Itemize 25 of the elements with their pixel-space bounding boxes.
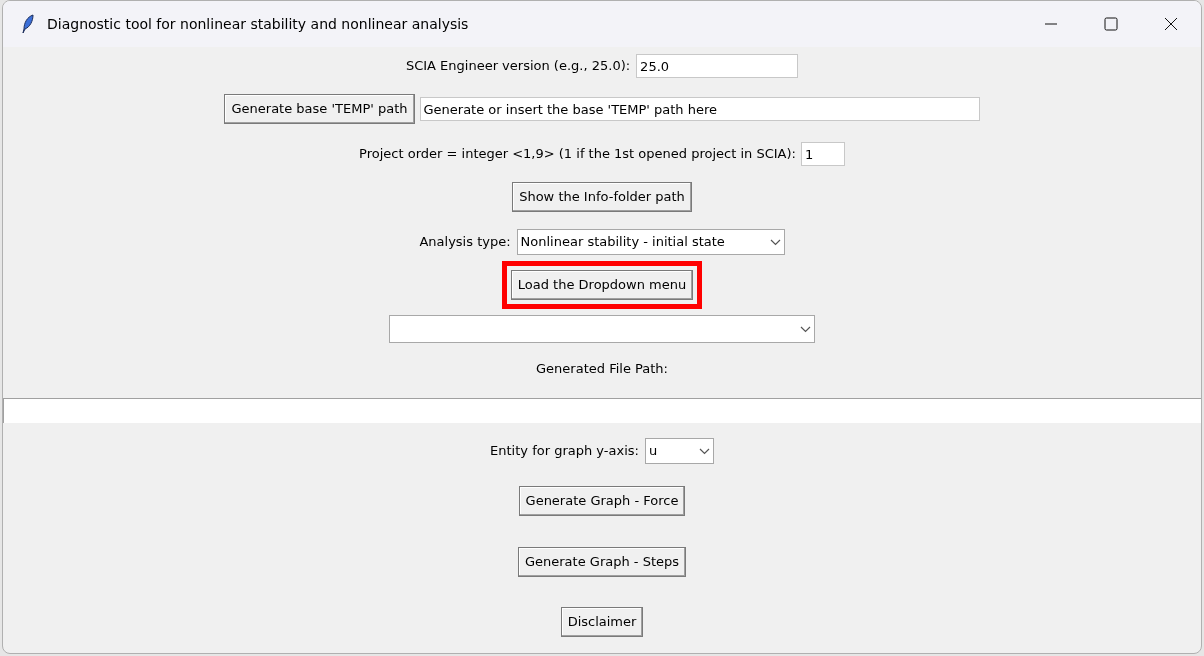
generate-graph-button[interactable]: Generate Graph - Force (518, 486, 686, 516)
entity-label: Entity for graph y-axis: (490, 442, 639, 461)
selection-dropdown[interactable] (389, 315, 815, 343)
feather-icon (21, 14, 35, 34)
version-field[interactable]: 25.0 (636, 54, 799, 78)
close-icon[interactable] (1164, 17, 1178, 31)
chevron-down-icon (698, 447, 710, 455)
show-info-folder-button[interactable]: Show the Info-folder path (512, 182, 692, 212)
maximize-icon[interactable] (1104, 17, 1118, 31)
generate-graph-button[interactable]: Generate Graph - Steps (517, 547, 687, 577)
version-label: SCIA Engineer version (e.g., 25.0): (405, 57, 631, 76)
analysis-type-dropdown[interactable]: Nonlinear stability - initial state (516, 229, 785, 255)
generated-file-path-label: Generated File Path: (536, 360, 668, 379)
chevron-down-icon (769, 238, 781, 246)
generate-temp-path-button[interactable]: Generate base 'TEMP' path (224, 94, 415, 124)
generated-path-field[interactable] (3, 398, 1201, 423)
temp-path-field[interactable]: Generate or insert the base 'TEMP' path here (419, 97, 980, 121)
disclaimer-button[interactable]: Disclaimer (560, 607, 644, 637)
chevron-down-icon (800, 325, 811, 333)
entity-dropdown[interactable]: u (644, 438, 714, 464)
load-dropdown-button[interactable]: Load the Dropdown menu (510, 270, 694, 300)
project-order-label: Project order = integer <1,9> (1 if the 1st opened project in SCIA): (359, 145, 796, 164)
analysis-type-label: Analysis type: (419, 233, 511, 252)
project-order-field[interactable]: 1 (800, 142, 845, 166)
window-title: Diagnostic tool for nonlinear stability and nonlinear analysis (47, 14, 469, 34)
